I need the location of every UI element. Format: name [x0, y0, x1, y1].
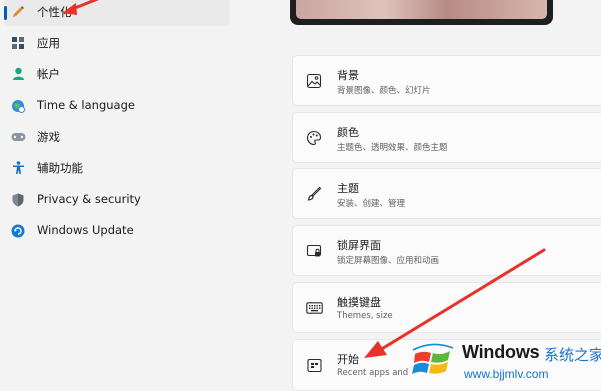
sidebar-item-privacy-security[interactable]: Privacy & security	[4, 186, 230, 214]
sidebar-item-gaming[interactable]: 游戏	[4, 123, 230, 151]
card-title: 背景	[337, 69, 359, 82]
start-icon	[305, 356, 323, 374]
sidebar-item-label: Windows Update	[37, 223, 134, 237]
watermark-chinese: 系统之家	[544, 346, 601, 364]
globe-clock-icon	[10, 98, 26, 114]
card-subtitle: Themes, size	[337, 311, 393, 321]
watermark-title: Windows	[462, 342, 540, 362]
sidebar-item-label: 游戏	[37, 130, 60, 144]
card-lock-screen[interactable]: 锁屏界面 锁定屏幕图像、应用和动画	[292, 225, 601, 276]
sidebar-item-label: 帐户	[37, 67, 60, 81]
sidebar-item-windows-update[interactable]: Windows Update	[4, 217, 230, 245]
card-subtitle: 主题色、透明效果、颜色主题	[337, 143, 448, 153]
card-subtitle: 安装、创建、管理	[337, 199, 406, 209]
update-icon	[10, 223, 26, 239]
sidebar-item-label: 辅助功能	[37, 161, 83, 175]
desktop-preview	[290, 0, 553, 25]
sidebar-item-label: Time & language	[37, 98, 135, 112]
card-title: 主题	[337, 182, 359, 195]
apps-icon	[10, 35, 26, 51]
shield-icon	[10, 192, 26, 208]
card-subtitle: Recent apps and	[337, 368, 409, 378]
sidebar-item-apps[interactable]: 应用	[4, 29, 230, 57]
card-subtitle: 背景图像、颜色、幻灯片	[337, 86, 431, 96]
sidebar-item-label: 应用	[37, 36, 60, 50]
image-icon	[305, 72, 323, 90]
gamepad-icon	[10, 129, 26, 145]
card-subtitle: 锁定屏幕图像、应用和动画	[337, 256, 440, 266]
brush-icon	[305, 185, 323, 203]
card-title: 颜色	[337, 126, 359, 139]
card-title: 触摸键盘	[337, 296, 381, 309]
selection-indicator	[4, 6, 7, 20]
card-background[interactable]: 背景 背景图像、颜色、幻灯片	[292, 55, 601, 106]
sidebar-item-accounts[interactable]: 帐户	[4, 60, 230, 88]
sidebar-item-label: Privacy & security	[37, 192, 141, 206]
person-icon	[10, 66, 26, 82]
lock-screen-icon	[305, 242, 323, 260]
sidebar-item-accessibility[interactable]: 辅助功能	[4, 154, 230, 182]
wallpaper-preview	[296, 0, 547, 19]
sidebar-item-personalization[interactable]: 个性化	[4, 0, 230, 26]
card-title: 锁屏界面	[337, 239, 381, 252]
watermark-url: www.bjjmlv.com	[464, 367, 549, 381]
card-title: 开始	[337, 353, 359, 366]
watermark: Windows 系统之家 www.bjjmlv.com	[410, 338, 601, 386]
card-colors[interactable]: 颜色 主题色、透明效果、颜色主题	[292, 112, 601, 163]
sidebar-nav: 个性化 应用 帐户 Time & language 游戏 辅助功能 Privac…	[0, 0, 240, 386]
sidebar-item-time-language[interactable]: Time & language	[4, 92, 230, 120]
sidebar-item-label: 个性化	[37, 5, 72, 19]
windows-logo-icon	[412, 343, 454, 374]
keyboard-icon	[305, 299, 323, 317]
card-touch-keyboard[interactable]: 触摸键盘 Themes, size	[292, 282, 601, 333]
pencil-icon	[10, 4, 26, 20]
accessibility-icon	[10, 160, 26, 176]
card-themes[interactable]: 主题 安装、创建、管理	[292, 168, 601, 219]
palette-icon	[305, 129, 323, 147]
